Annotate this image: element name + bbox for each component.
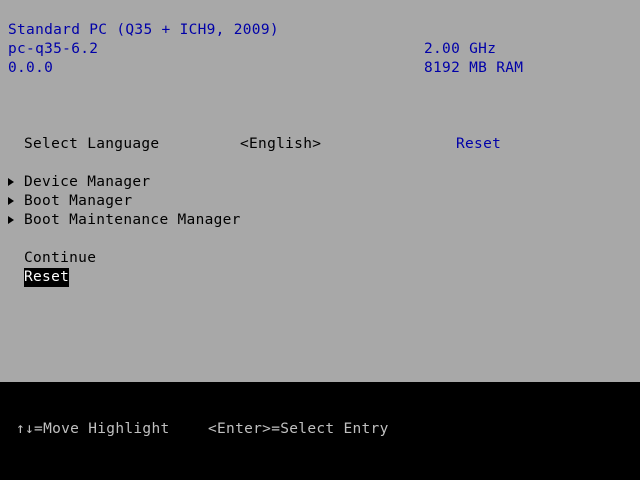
language-selector[interactable]: <English>: [240, 135, 321, 154]
memory-size: 8192 MB RAM: [424, 60, 524, 76]
machine-type: pc-q35-6.2: [8, 41, 99, 57]
continue-option[interactable]: Continue: [24, 249, 96, 268]
select-entry-hint: <Enter>=Select Entry: [208, 421, 389, 437]
menu-item-device-manager[interactable]: Device Manager: [24, 173, 150, 192]
bios-screen: Standard PC (Q35 + ICH9, 2009) pc-q35-6.…: [0, 0, 640, 480]
reset-option[interactable]: Reset: [24, 268, 70, 287]
firmware-version: 0.0.0: [8, 60, 54, 76]
triangle-right-icon: [8, 178, 14, 186]
select-language-label: Select Language: [24, 136, 160, 152]
help-text: Reset: [456, 136, 502, 152]
footer-help-bar: ↑↓=Move Highlight <Enter>=Select Entry: [0, 382, 640, 480]
triangle-right-icon: [8, 197, 14, 205]
menu-item-boot-manager[interactable]: Boot Manager: [24, 192, 132, 211]
menu-item-boot-maintenance-manager[interactable]: Boot Maintenance Manager: [24, 211, 241, 230]
machine-name: Standard PC (Q35 + ICH9, 2009): [8, 22, 279, 38]
cpu-speed: 2.00 GHz: [424, 41, 497, 57]
move-highlight-hint: ↑↓=Move Highlight: [16, 421, 170, 437]
setup-main-panel: Standard PC (Q35 + ICH9, 2009) pc-q35-6.…: [0, 0, 640, 382]
triangle-right-icon: [8, 216, 14, 224]
